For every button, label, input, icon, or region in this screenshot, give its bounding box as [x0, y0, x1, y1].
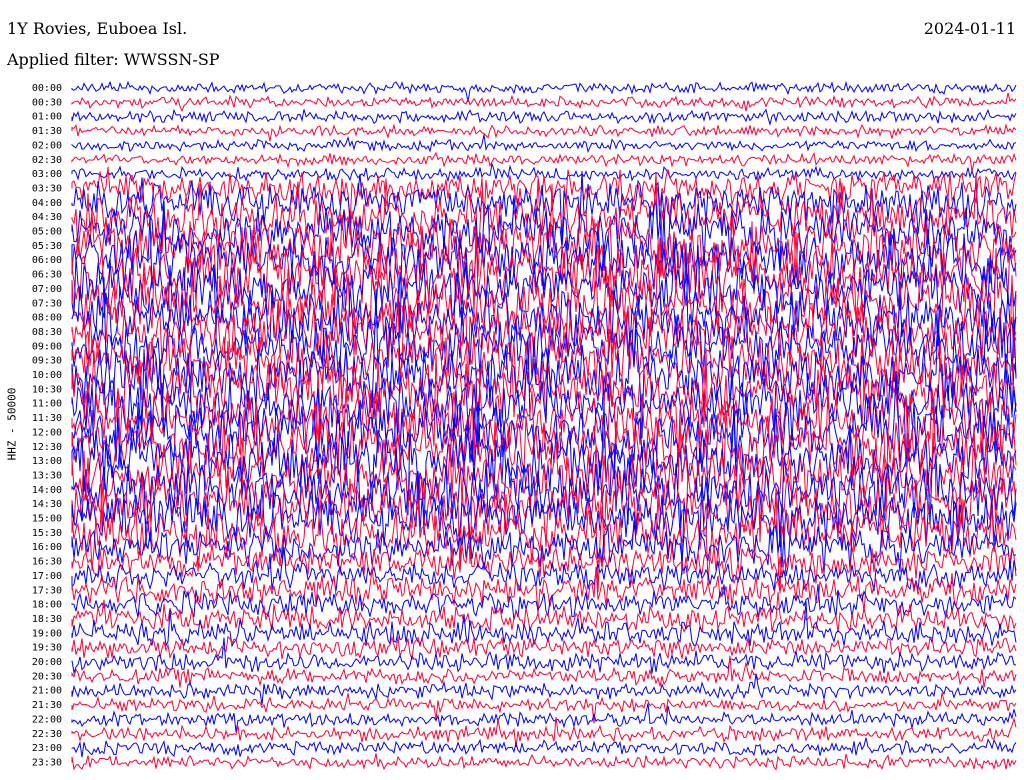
row-time-label: 18:30 [32, 614, 62, 625]
row-time-label: 21:30 [32, 700, 62, 711]
seismic-trace-row [71, 151, 1017, 172]
row-time-label: 12:30 [32, 442, 62, 453]
seismic-trace-row [71, 108, 1017, 127]
seismic-trace-row [71, 737, 1017, 758]
row-time-label: 15:00 [32, 514, 62, 525]
row-time-label: 10:00 [32, 370, 62, 381]
row-time-label: 21:00 [32, 686, 62, 697]
row-time-label: 01:30 [32, 126, 62, 137]
row-time-label: 09:30 [32, 356, 62, 367]
row-time-label: 05:00 [32, 227, 62, 238]
row-time-label: 20:00 [32, 657, 62, 668]
row-time-label: 16:00 [32, 542, 62, 553]
row-label-group: 00:00 00:30 01:00 01:30 02:00 02:30 03:00 03:30… [32, 83, 62, 768]
row-time-label: 00:30 [32, 97, 62, 108]
row-time-label: 10:30 [32, 384, 62, 395]
row-time-label: 02:00 [32, 140, 62, 151]
row-time-label: 04:30 [32, 212, 62, 223]
seismic-trace-row [71, 134, 1017, 153]
seismic-trace-row [71, 753, 1017, 771]
seismic-trace-row [71, 637, 1017, 675]
row-time-label: 07:30 [32, 298, 62, 309]
row-time-label: 02:30 [32, 155, 62, 166]
row-time-label: 11:00 [32, 399, 62, 410]
row-time-label: 05:30 [32, 241, 62, 252]
row-time-label: 11:30 [32, 413, 62, 424]
row-time-label: 14:30 [32, 499, 62, 510]
row-time-label: 03:00 [32, 169, 62, 180]
row-time-label: 07:00 [32, 284, 62, 295]
row-time-label: 19:30 [32, 643, 62, 654]
row-time-label: 18:00 [32, 600, 62, 611]
row-time-label: 16:30 [32, 557, 62, 568]
seismic-trace-row [71, 123, 1017, 142]
row-time-label: 20:30 [32, 671, 62, 682]
helicorder-plot: 00:00 00:30 01:00 01:30 02:00 02:30 03:00 03:30… [32, 80, 1017, 771]
row-time-label: 14:00 [32, 485, 62, 496]
row-time-label: 22:30 [32, 729, 62, 740]
row-time-label: 23:30 [32, 757, 62, 768]
row-time-label: 01:00 [32, 112, 62, 123]
trace-group [71, 80, 1017, 771]
seismic-trace-row [71, 703, 1017, 733]
row-time-label: 17:30 [32, 585, 62, 596]
seismic-trace-row [71, 80, 1017, 102]
row-time-label: 22:00 [32, 714, 62, 725]
seismic-trace-row [71, 673, 1017, 705]
row-time-label: 08:30 [32, 327, 62, 338]
row-time-label: 19:00 [32, 628, 62, 639]
row-time-label: 00:00 [32, 83, 62, 94]
row-time-label: 06:00 [32, 255, 62, 266]
row-time-label: 03:30 [32, 183, 62, 194]
row-time-label: 12:00 [32, 427, 62, 438]
row-time-label: 17:00 [32, 571, 62, 582]
row-time-label: 13:00 [32, 456, 62, 467]
row-time-label: 04:00 [32, 198, 62, 209]
row-time-label: 23:00 [32, 743, 62, 754]
row-time-label: 06:30 [32, 270, 62, 281]
row-time-label: 13:30 [32, 470, 62, 481]
row-time-label: 15:30 [32, 528, 62, 539]
seismic-trace-row [71, 592, 1017, 633]
seismic-trace-row [71, 92, 1017, 113]
seismic-trace-row [71, 635, 1017, 661]
seismic-trace-row [71, 692, 1017, 724]
row-time-label: 09:00 [32, 341, 62, 352]
row-time-label: 08:00 [32, 313, 62, 324]
